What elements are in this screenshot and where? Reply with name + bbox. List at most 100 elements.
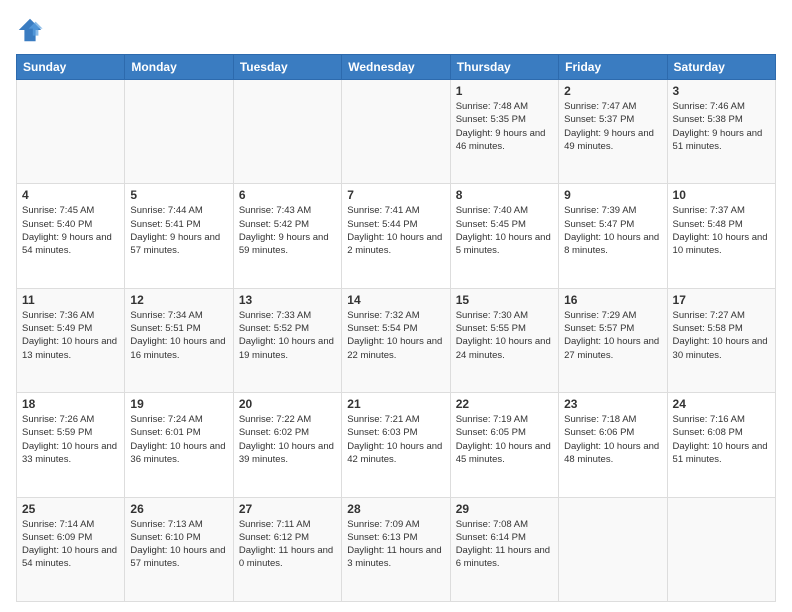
day-info: Sunrise: 7:44 AM Sunset: 5:41 PM Dayligh… [130, 204, 227, 257]
day-number: 9 [564, 188, 661, 202]
day-info: Sunrise: 7:40 AM Sunset: 5:45 PM Dayligh… [456, 204, 553, 257]
day-number: 24 [673, 397, 770, 411]
col-header-sunday: Sunday [17, 55, 125, 80]
day-cell: 13 Sunrise: 7:33 AM Sunset: 5:52 PM Dayli… [233, 288, 341, 392]
day-info: Sunrise: 7:16 AM Sunset: 6:08 PM Dayligh… [673, 413, 770, 466]
day-cell: 7 Sunrise: 7:41 AM Sunset: 5:44 PM Daylig… [342, 184, 450, 288]
day-number: 12 [130, 293, 227, 307]
day-info: Sunrise: 7:21 AM Sunset: 6:03 PM Dayligh… [347, 413, 444, 466]
week-row-5: 25 Sunrise: 7:14 AM Sunset: 6:09 PM Dayli… [17, 497, 776, 601]
col-header-wednesday: Wednesday [342, 55, 450, 80]
day-cell: 14 Sunrise: 7:32 AM Sunset: 5:54 PM Dayli… [342, 288, 450, 392]
day-info: Sunrise: 7:27 AM Sunset: 5:58 PM Dayligh… [673, 309, 770, 362]
day-number: 5 [130, 188, 227, 202]
day-cell [17, 80, 125, 184]
day-cell: 3Sunrise: 7:46 AM Sunset: 5:38 PM Daylig… [667, 80, 775, 184]
day-number: 26 [130, 502, 227, 516]
header [16, 16, 776, 44]
day-number: 20 [239, 397, 336, 411]
day-cell: 22 Sunrise: 7:19 AM Sunset: 6:05 PM Dayli… [450, 393, 558, 497]
day-info: Sunrise: 7:41 AM Sunset: 5:44 PM Dayligh… [347, 204, 444, 257]
day-info: Sunrise: 7:22 AM Sunset: 6:02 PM Dayligh… [239, 413, 336, 466]
day-cell: 5 Sunrise: 7:44 AM Sunset: 5:41 PM Daylig… [125, 184, 233, 288]
day-number: 25 [22, 502, 119, 516]
day-number: 16 [564, 293, 661, 307]
col-header-saturday: Saturday [667, 55, 775, 80]
day-cell: 16 Sunrise: 7:29 AM Sunset: 5:57 PM Dayli… [559, 288, 667, 392]
day-cell: 2 Sunrise: 7:47 AM Sunset: 5:37 PM Daylig… [559, 80, 667, 184]
day-info: Sunrise: 7:45 AM Sunset: 5:40 PM Dayligh… [22, 204, 119, 257]
calendar: SundayMondayTuesdayWednesdayThursdayFrid… [16, 54, 776, 602]
day-cell: 28 Sunrise: 7:09 AM Sunset: 6:13 PM Dayli… [342, 497, 450, 601]
day-cell: 11 Sunrise: 7:36 AM Sunset: 5:49 PM Dayli… [17, 288, 125, 392]
day-cell [342, 80, 450, 184]
day-cell: 15 Sunrise: 7:30 AM Sunset: 5:55 PM Dayli… [450, 288, 558, 392]
day-number: 15 [456, 293, 553, 307]
day-number: 13 [239, 293, 336, 307]
day-cell: 26 Sunrise: 7:13 AM Sunset: 6:10 PM Dayli… [125, 497, 233, 601]
day-cell: 9 Sunrise: 7:39 AM Sunset: 5:47 PM Daylig… [559, 184, 667, 288]
day-info: Sunrise: 7:09 AM Sunset: 6:13 PM Dayligh… [347, 518, 444, 571]
calendar-table: SundayMondayTuesdayWednesdayThursdayFrid… [16, 54, 776, 602]
col-header-thursday: Thursday [450, 55, 558, 80]
day-info: Sunrise: 7:11 AM Sunset: 6:12 PM Dayligh… [239, 518, 336, 571]
week-row-1: 1 Sunrise: 7:48 AM Sunset: 5:35 PM Daylig… [17, 80, 776, 184]
day-cell: 17 Sunrise: 7:27 AM Sunset: 5:58 PM Dayli… [667, 288, 775, 392]
day-info: Sunrise: 7:14 AM Sunset: 6:09 PM Dayligh… [22, 518, 119, 571]
day-info: Sunrise: 7:24 AM Sunset: 6:01 PM Dayligh… [130, 413, 227, 466]
day-cell: 23 Sunrise: 7:18 AM Sunset: 6:06 PM Dayli… [559, 393, 667, 497]
day-cell: 18 Sunrise: 7:26 AM Sunset: 5:59 PM Dayli… [17, 393, 125, 497]
day-info: Sunrise: 7:08 AM Sunset: 6:14 PM Dayligh… [456, 518, 553, 571]
day-number: 17 [673, 293, 770, 307]
day-cell: 25 Sunrise: 7:14 AM Sunset: 6:09 PM Dayli… [17, 497, 125, 601]
day-number: 14 [347, 293, 444, 307]
col-header-friday: Friday [559, 55, 667, 80]
day-number: 8 [456, 188, 553, 202]
day-info: Sunrise: 7:48 AM Sunset: 5:35 PM Dayligh… [456, 100, 553, 153]
day-cell [667, 497, 775, 601]
day-number: 6 [239, 188, 336, 202]
day-info: Sunrise: 7:36 AM Sunset: 5:49 PM Dayligh… [22, 309, 119, 362]
day-number: 11 [22, 293, 119, 307]
day-info: Sunrise: 7:19 AM Sunset: 6:05 PM Dayligh… [456, 413, 553, 466]
day-info: Sunrise: 7:13 AM Sunset: 6:10 PM Dayligh… [130, 518, 227, 571]
day-number: 7 [347, 188, 444, 202]
logo-icon [16, 16, 44, 44]
day-cell: 1 Sunrise: 7:48 AM Sunset: 5:35 PM Daylig… [450, 80, 558, 184]
day-info: Sunrise: 7:34 AM Sunset: 5:51 PM Dayligh… [130, 309, 227, 362]
day-info: Sunrise: 7:46 AM Sunset: 5:38 PM Dayligh… [673, 100, 770, 153]
header-row: SundayMondayTuesdayWednesdayThursdayFrid… [17, 55, 776, 80]
day-info: Sunrise: 7:26 AM Sunset: 5:59 PM Dayligh… [22, 413, 119, 466]
page: SundayMondayTuesdayWednesdayThursdayFrid… [0, 0, 792, 612]
day-cell: 20 Sunrise: 7:22 AM Sunset: 6:02 PM Dayli… [233, 393, 341, 497]
day-info: Sunrise: 7:29 AM Sunset: 5:57 PM Dayligh… [564, 309, 661, 362]
day-cell: 19 Sunrise: 7:24 AM Sunset: 6:01 PM Dayli… [125, 393, 233, 497]
day-cell: 10Sunrise: 7:37 AM Sunset: 5:48 PM Dayli… [667, 184, 775, 288]
day-cell: 12 Sunrise: 7:34 AM Sunset: 5:51 PM Dayli… [125, 288, 233, 392]
day-info: Sunrise: 7:32 AM Sunset: 5:54 PM Dayligh… [347, 309, 444, 362]
day-number: 22 [456, 397, 553, 411]
col-header-tuesday: Tuesday [233, 55, 341, 80]
day-number: 21 [347, 397, 444, 411]
day-number: 1 [456, 84, 553, 98]
day-cell [125, 80, 233, 184]
day-info: Sunrise: 7:39 AM Sunset: 5:47 PM Dayligh… [564, 204, 661, 257]
day-cell: 6 Sunrise: 7:43 AM Sunset: 5:42 PM Daylig… [233, 184, 341, 288]
day-number: 4 [22, 188, 119, 202]
day-info: Sunrise: 7:18 AM Sunset: 6:06 PM Dayligh… [564, 413, 661, 466]
day-info: Sunrise: 7:30 AM Sunset: 5:55 PM Dayligh… [456, 309, 553, 362]
day-cell: 21 Sunrise: 7:21 AM Sunset: 6:03 PM Dayli… [342, 393, 450, 497]
logo [16, 16, 48, 44]
day-number: 23 [564, 397, 661, 411]
day-info: Sunrise: 7:33 AM Sunset: 5:52 PM Dayligh… [239, 309, 336, 362]
day-number: 28 [347, 502, 444, 516]
day-info: Sunrise: 7:47 AM Sunset: 5:37 PM Dayligh… [564, 100, 661, 153]
day-number: 2 [564, 84, 661, 98]
col-header-monday: Monday [125, 55, 233, 80]
week-row-3: 11 Sunrise: 7:36 AM Sunset: 5:49 PM Dayli… [17, 288, 776, 392]
day-number: 19 [130, 397, 227, 411]
day-number: 18 [22, 397, 119, 411]
day-info: Sunrise: 7:43 AM Sunset: 5:42 PM Dayligh… [239, 204, 336, 257]
day-number: 10 [673, 188, 770, 202]
day-cell [233, 80, 341, 184]
